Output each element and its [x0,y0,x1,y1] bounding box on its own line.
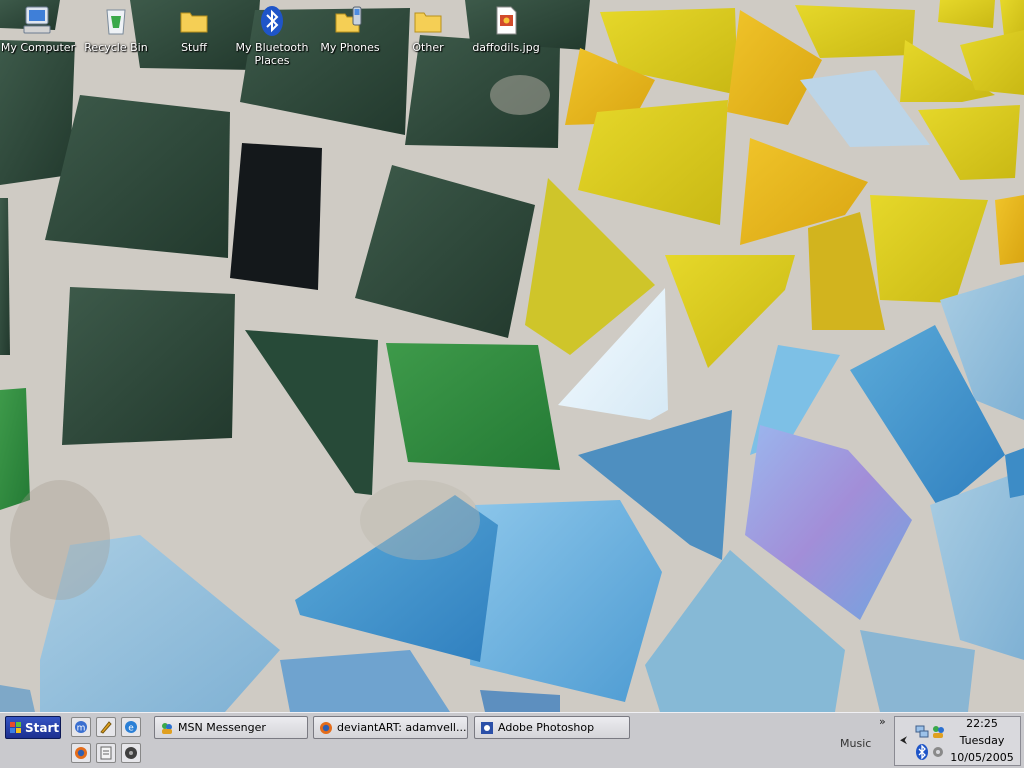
desktop-icon-label: My Computer [0,41,76,54]
svg-text:m: m [77,724,86,734]
desktop-icon-label: Other [412,41,444,54]
network-icon[interactable] [915,725,929,739]
task-label: deviantART: adamvell... [337,721,467,734]
task-button-adobe-photoshop[interactable]: Adobe Photoshop [474,716,630,739]
messenger-launch-icon[interactable]: m [71,717,91,737]
tray-expand-arrow-icon[interactable]: ⮜ [900,735,907,746]
desktop-icon-label: My Phones [320,41,380,54]
desktop-icon-label: Recycle Bin [84,41,148,54]
taskbar: Start m e MSN Messenger deviantART: adam… [0,712,1024,768]
start-button[interactable]: Start [5,716,61,739]
task-button-deviantart[interactable]: deviantART: adamvell... [313,716,468,739]
chevron-icon[interactable]: » [879,715,886,728]
desktop-icon-daffodils-jpg[interactable]: daffodils.jpg [466,2,546,54]
clock-time[interactable]: 22:25 [943,717,1021,730]
bluetooth-tray-icon[interactable] [915,744,929,760]
desktop[interactable]: My Computer Recycle Bin Stuff My Bluetoo… [0,0,1024,712]
computer-icon [23,6,51,34]
desktop-icon-stuff[interactable]: Stuff [154,2,234,54]
desktop-icon-label: My Bluetooth Places [235,41,309,67]
desktop-icon-my-computer[interactable]: My Computer [0,2,78,54]
bluetooth-icon [261,6,283,36]
desktop-icon-other[interactable]: Other [388,2,468,54]
folder-icon [414,12,442,33]
folder-icon [180,12,208,33]
svg-text:e: e [128,724,134,734]
music-toolbar-label[interactable]: Music [840,737,871,750]
photoshop-icon [481,721,493,734]
clock-date: 10/05/2005 [950,751,1014,764]
phones-folder-icon [335,6,362,33]
notepad-launch-icon[interactable] [96,743,116,763]
wallpaper-mosaic [0,0,1024,712]
image-file-icon [496,6,517,35]
pencil-launch-icon[interactable] [96,717,116,737]
msn-messenger-icon [162,722,172,734]
media-launch-icon[interactable] [121,743,141,763]
desktop-icon-recycle-bin[interactable]: Recycle Bin [76,2,156,54]
firefox-launch-icon[interactable] [71,743,91,763]
task-label: Adobe Photoshop [498,721,595,734]
task-button-msn-messenger[interactable]: MSN Messenger [154,716,308,739]
system-tray: ⮜ 22:25 Tuesday 10/05/2005 [894,716,1021,766]
clock-day: Tuesday [959,734,1005,747]
desktop-icon-label: Stuff [181,41,207,54]
desktop-icon-label: daffodils.jpg [472,41,540,54]
recycle-bin-icon [106,9,126,35]
desktop-icon-bluetooth-places[interactable]: My Bluetooth Places [232,2,312,67]
firefox-icon [320,721,332,734]
start-label: Start [25,720,60,735]
desktop-icon-my-phones[interactable]: My Phones [310,2,390,54]
windows-logo-icon [10,721,21,733]
internet-explorer-launch-icon[interactable]: e [121,717,141,737]
task-label: MSN Messenger [178,721,266,734]
